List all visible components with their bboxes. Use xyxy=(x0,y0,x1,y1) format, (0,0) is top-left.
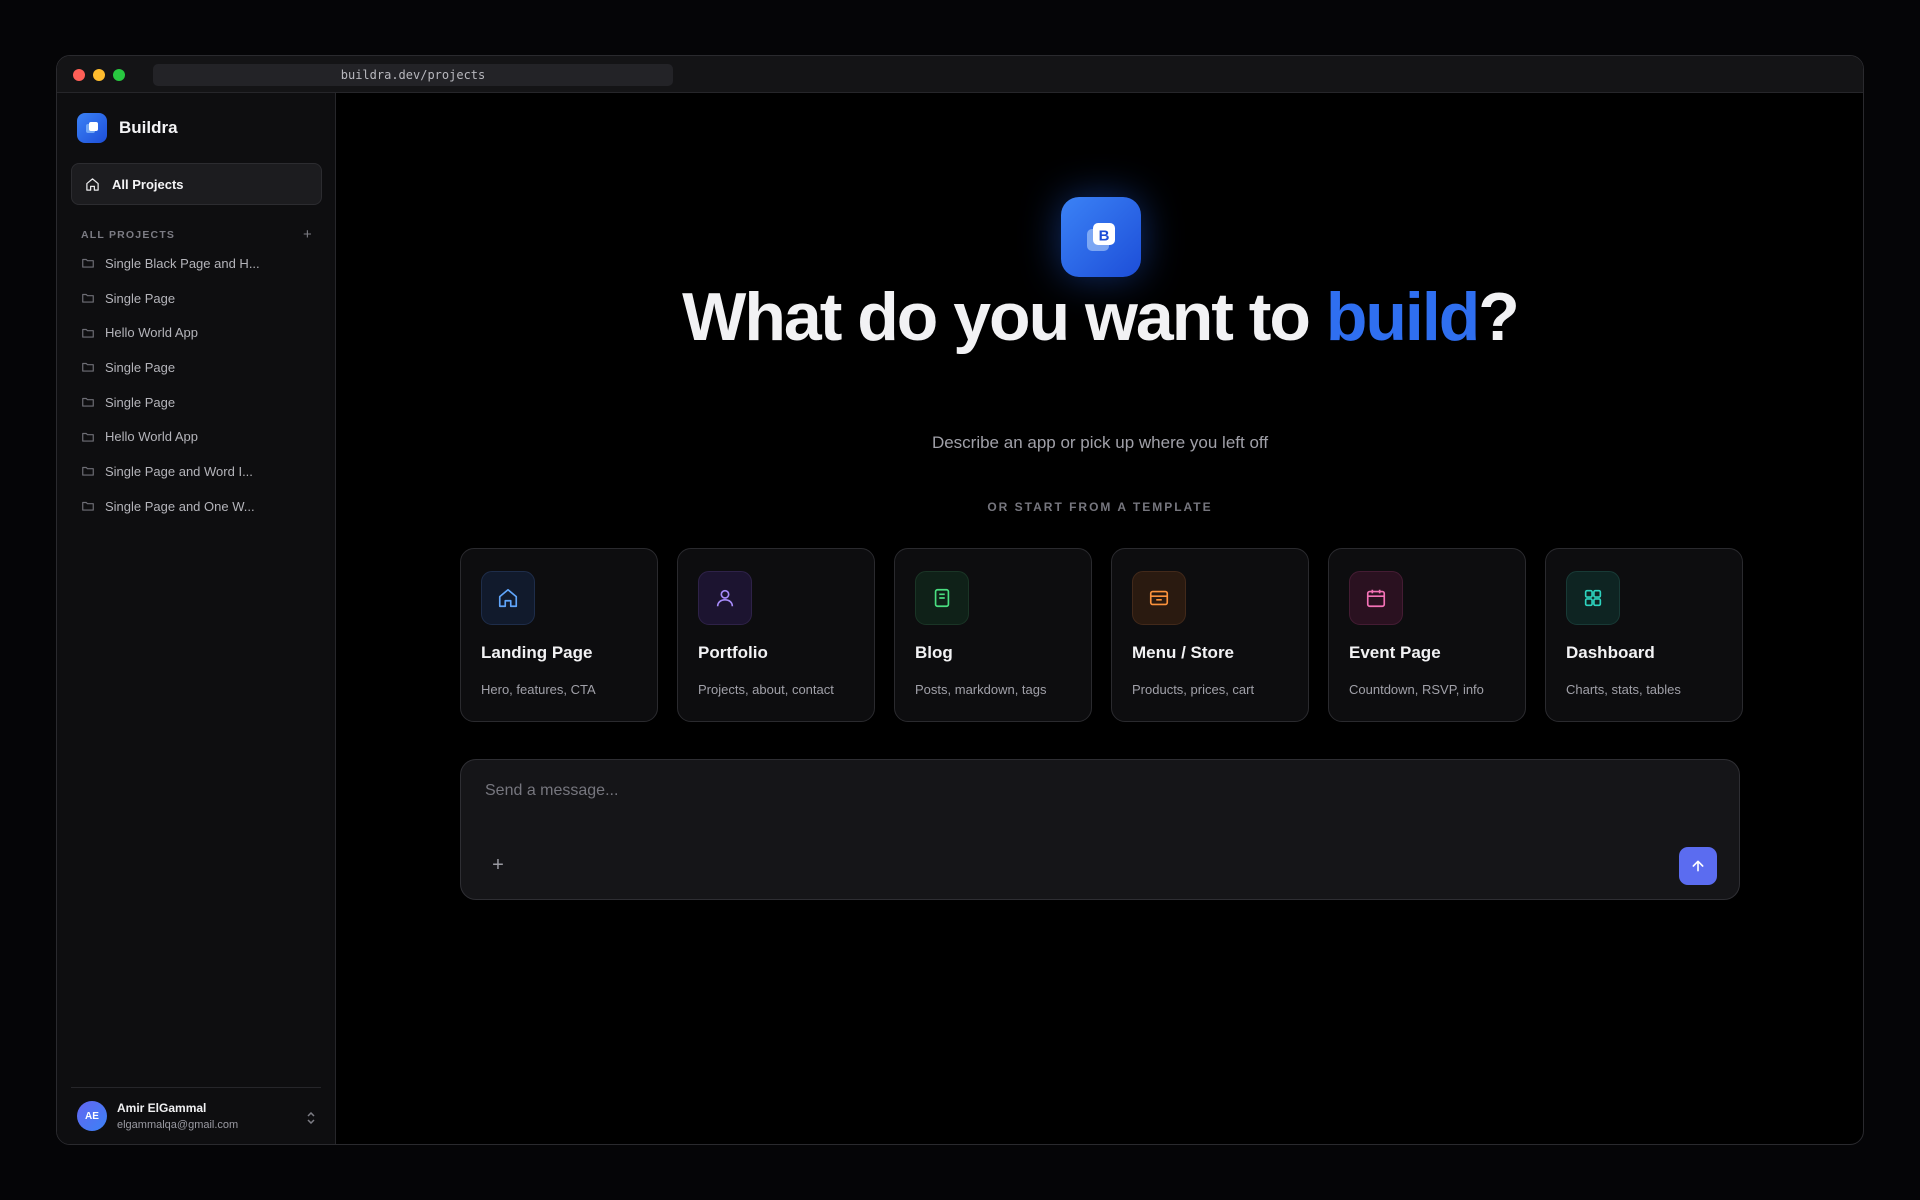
user-icon xyxy=(698,571,752,625)
project-item[interactable]: Single Page and One W... xyxy=(81,489,321,524)
home-icon xyxy=(86,177,99,191)
template-card-landing-page[interactable]: Landing Page Hero, features, CTA xyxy=(460,548,658,722)
store-icon xyxy=(1132,571,1186,625)
projects-section-header: ALL PROJECTS + xyxy=(81,226,313,243)
folder-icon xyxy=(82,467,94,477)
template-title: Blog xyxy=(915,643,953,662)
hero-logo-letter: B xyxy=(1099,228,1110,245)
close-window-button[interactable] xyxy=(73,69,85,81)
project-name: Single Black Page and H... xyxy=(105,255,260,271)
template-description: Countdown, RSVP, info xyxy=(1349,682,1484,697)
project-name: Single Page xyxy=(105,290,176,306)
message-input[interactable] xyxy=(485,782,1485,800)
template-title: Dashboard xyxy=(1566,643,1655,662)
send-button[interactable] xyxy=(1679,847,1717,885)
template-title: Event Page xyxy=(1349,643,1441,662)
project-item[interactable]: Hello World App xyxy=(81,315,321,350)
user-email: elgammalqa@gmail.com xyxy=(117,1119,239,1131)
template-description: Projects, about, contact xyxy=(698,682,834,697)
folder-icon xyxy=(82,293,94,303)
folder-icon xyxy=(82,328,94,338)
folder-icon xyxy=(82,363,94,373)
title-accent: build xyxy=(1325,279,1480,355)
folder-icon xyxy=(82,259,94,269)
title-text: What do you want to xyxy=(682,279,1326,355)
section-title: ALL PROJECTS xyxy=(81,228,176,241)
project-list: Single Black Page and H... Single Page H… xyxy=(81,246,321,524)
grid-icon xyxy=(1566,571,1620,625)
folder-icon xyxy=(82,502,94,511)
brand[interactable]: Buildra xyxy=(77,113,178,143)
template-section-label: OR START FROM A TEMPLATE xyxy=(987,500,1213,514)
add-project-button[interactable]: + xyxy=(303,226,313,243)
project-item[interactable]: Hello World App xyxy=(81,419,321,454)
message-composer: + xyxy=(460,759,1740,900)
project-name: Single Page xyxy=(105,359,176,375)
user-name: Amir ElGammal xyxy=(117,1101,207,1115)
template-card-blog[interactable]: Blog Posts, markdown, tags xyxy=(894,548,1092,722)
book-icon xyxy=(915,571,969,625)
template-card-portfolio[interactable]: Portfolio Projects, about, contact xyxy=(677,548,875,722)
calendar-icon xyxy=(1349,571,1403,625)
folder-icon xyxy=(82,432,94,442)
browser-window: buildra.dev/projects Buildra All Project… xyxy=(56,55,1864,1145)
project-item[interactable]: Single Page xyxy=(81,281,321,316)
sidebar: Buildra All Projects ALL PROJECTS + Sing… xyxy=(57,93,336,1144)
project-item[interactable]: Single Page xyxy=(81,385,321,420)
project-name: Single Page xyxy=(105,394,176,410)
sidebar-item-label: All Projects xyxy=(112,176,184,192)
main-content: B What do you want to build? Describe an… xyxy=(337,93,1863,1144)
minimize-window-button[interactable] xyxy=(93,69,105,81)
project-name: Hello World App xyxy=(105,429,198,445)
title-bar: buildra.dev/projects xyxy=(57,56,1863,93)
brand-name: Buildra xyxy=(119,118,178,137)
template-card-event-page[interactable]: Event Page Countdown, RSVP, info xyxy=(1328,548,1526,722)
sidebar-item-all-projects[interactable]: All Projects xyxy=(71,163,322,205)
title-suffix: ? xyxy=(1478,279,1520,355)
buildra-logo-icon xyxy=(77,113,107,143)
attach-button[interactable]: + xyxy=(487,854,509,876)
template-description: Hero, features, CTA xyxy=(481,682,596,697)
template-card-dashboard[interactable]: Dashboard Charts, stats, tables xyxy=(1545,548,1743,722)
hero-logo-icon: B xyxy=(1061,197,1141,277)
project-name: Single Page and Word I... xyxy=(105,463,253,479)
project-item[interactable]: Single Page and Word I... xyxy=(81,454,321,489)
home-icon xyxy=(481,571,535,625)
template-grid: Landing Page Hero, features, CTA Portfol… xyxy=(460,548,1743,722)
template-title: Landing Page xyxy=(481,643,593,662)
folder-icon xyxy=(82,398,94,407)
project-item[interactable]: Single Black Page and H... xyxy=(81,246,321,281)
project-item[interactable]: Single Page xyxy=(81,350,321,385)
template-description: Products, prices, cart xyxy=(1132,682,1255,697)
template-title: Portfolio xyxy=(698,643,768,662)
page-subtitle: Describe an app or pick up where you lef… xyxy=(931,433,1269,452)
maximize-window-button[interactable] xyxy=(113,69,125,81)
template-card-menu-store[interactable]: Menu / Store Products, prices, cart xyxy=(1111,548,1309,722)
avatar: AE xyxy=(77,1101,107,1131)
user-info: Amir ElGammal elgammalqa@gmail.com xyxy=(117,1101,238,1131)
page-title: What do you want to build? xyxy=(337,278,1863,356)
project-name: Hello World App xyxy=(105,325,198,341)
template-description: Posts, markdown, tags xyxy=(915,682,1047,697)
template-description: Charts, stats, tables xyxy=(1566,682,1681,697)
template-title: Menu / Store xyxy=(1132,643,1235,662)
arrow-up-icon xyxy=(1692,860,1704,872)
user-account-menu[interactable]: AE Amir ElGammal elgammalqa@gmail.com xyxy=(71,1087,321,1144)
project-name: Single Page and One W... xyxy=(105,498,255,514)
address-bar[interactable]: buildra.dev/projects xyxy=(153,64,673,86)
chevron-up-down-icon xyxy=(307,1111,315,1126)
